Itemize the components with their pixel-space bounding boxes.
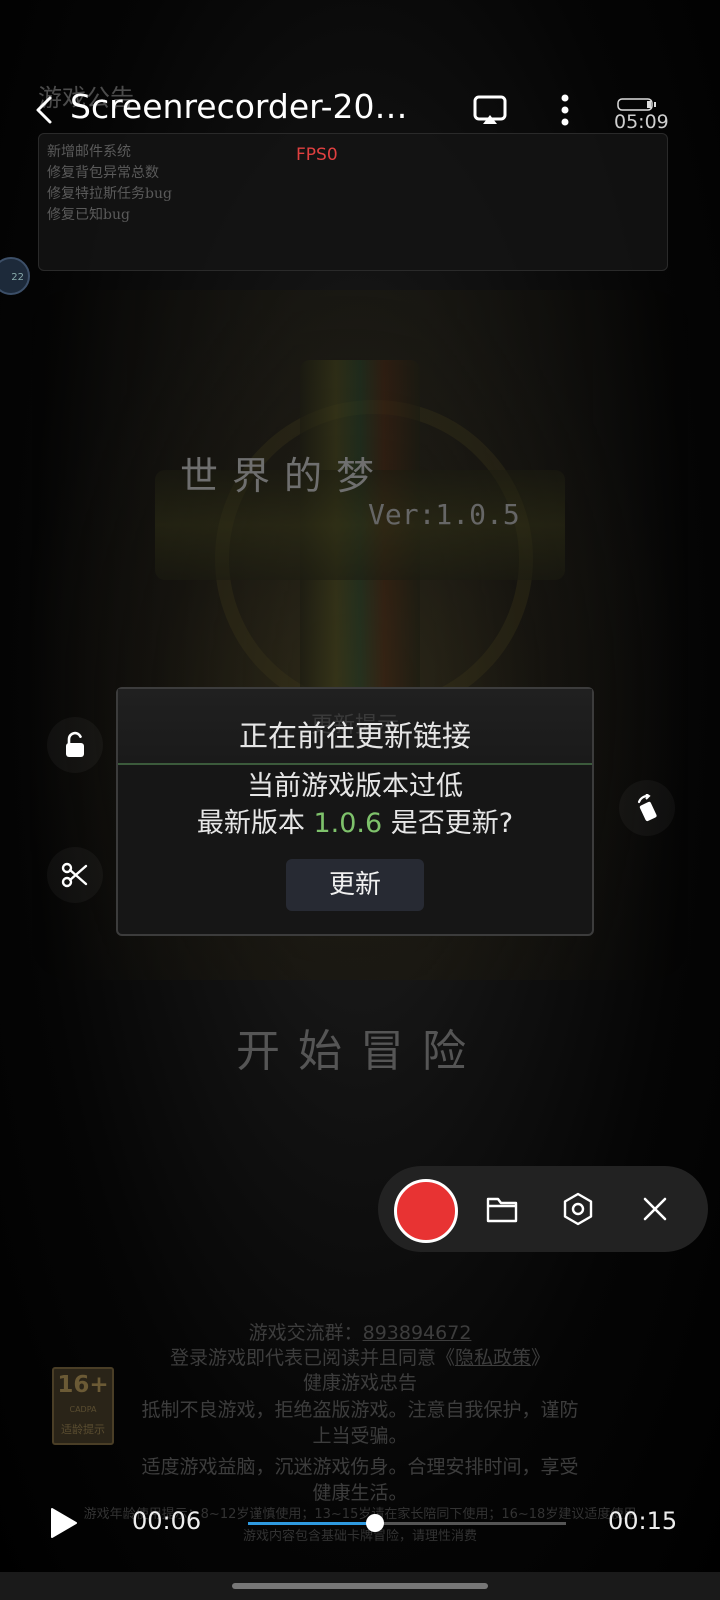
record-icon[interactable]: [394, 1179, 458, 1243]
seek-handle[interactable]: [366, 1514, 385, 1532]
folder-icon[interactable]: [484, 1191, 520, 1227]
status-clock: 05:09: [614, 111, 669, 133]
notice-lines: 新增邮件系统 修复背包异常总数 修复特拉斯任务bug 修复已知bug: [47, 142, 172, 226]
group-number-link[interactable]: 893894672: [363, 1322, 472, 1344]
unlock-button[interactable]: [47, 717, 103, 773]
privacy-policy-link[interactable]: 隐私政策: [455, 1347, 531, 1369]
close-icon[interactable]: [637, 1191, 673, 1227]
dialog-title: 正在前往更新链接: [238, 719, 471, 753]
start-adventure-button[interactable]: 开始冒险: [0, 1015, 720, 1079]
recorder-toolbar: [378, 1166, 708, 1252]
total-time: 00:15: [608, 1507, 678, 1535]
notice-line: 修复已知bug: [47, 207, 130, 223]
game-version: Ver:1.0.5: [368, 498, 520, 531]
age-number: 16+: [57, 1372, 109, 1398]
age-label: 适龄提示: [61, 1423, 105, 1436]
dialog-message-line2: 最新版本 1.0.6 是否更新?: [118, 801, 592, 840]
battery-icon: [617, 96, 657, 111]
notice-panel: 新增邮件系统 修复背包异常总数 修复特拉斯任务bug 修复已知bug: [38, 133, 668, 271]
seek-bar[interactable]: [248, 1514, 566, 1532]
agreement-line: 登录游戏即代表已阅读并且同意《隐私政策》: [0, 1343, 720, 1370]
notice-line: 修复背包异常总数: [47, 165, 159, 181]
notice-line: 修复特拉斯任务bug: [47, 186, 172, 202]
version-suffix: 是否更新?: [382, 808, 514, 839]
system-nav-bar: [0, 1572, 720, 1600]
age-org: CADPA: [69, 1405, 97, 1414]
chevron-left-icon[interactable]: [28, 92, 64, 128]
game-title: 世界的梦: [180, 454, 389, 498]
settings-hexagon-icon[interactable]: [560, 1191, 596, 1227]
agree-suffix: 》: [531, 1347, 551, 1369]
dialog-header: 更新提示 正在前往更新链接: [118, 689, 592, 765]
playback-bar: 00:06 00:15: [0, 1495, 720, 1555]
seek-progress: [248, 1522, 376, 1525]
current-time: 00:06: [132, 1507, 202, 1535]
latest-version: 1.0.6: [313, 808, 383, 839]
age-rating-badge: 16+ CADPA 适龄提示: [52, 1367, 114, 1445]
play-icon[interactable]: [46, 1505, 80, 1541]
health-line: 适度游戏益脑，沉迷游戏伤身。合理安排时间，享受: [141, 1456, 579, 1478]
home-indicator[interactable]: [232, 1583, 488, 1589]
cut-button[interactable]: [47, 847, 103, 903]
player-top-bar: Screenrecorder-20…: [0, 82, 720, 138]
update-button[interactable]: 更新: [286, 859, 424, 911]
version-prefix: 最新版本: [196, 808, 314, 839]
notice-line: 新增邮件系统: [47, 144, 131, 160]
cast-icon[interactable]: [470, 90, 510, 130]
more-vertical-icon[interactable]: [553, 90, 577, 130]
dialog-message-line1: 当前游戏版本过低: [247, 771, 463, 802]
group-line: 游戏交流群：893894672: [0, 1318, 720, 1345]
group-label: 游戏交流群：: [248, 1322, 363, 1344]
video-title: Screenrecorder-20…: [70, 87, 408, 126]
update-dialog: 更新提示 正在前往更新链接 当前游戏版本过低 最新版本 1.0.6 是否更新? …: [116, 687, 594, 936]
fps-counter: FPS0: [296, 145, 338, 165]
agree-prefix: 登录游戏即代表已阅读并且同意《: [169, 1347, 455, 1369]
rotate-button[interactable]: [619, 780, 675, 836]
